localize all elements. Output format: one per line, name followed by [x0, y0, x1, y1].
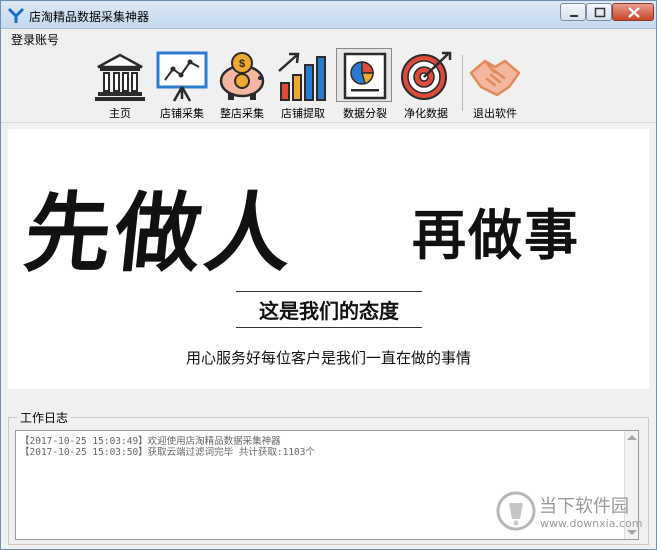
toolbar-whole-shop-button[interactable]: $ 整店采集 [211, 47, 273, 123]
watermark-url: www.downxia.com [540, 517, 643, 530]
toolbar-separator [462, 55, 463, 111]
title-bar[interactable]: 店淘精品数据采集神器 [1, 1, 656, 29]
toolbar-label-exit: 退出软件 [473, 107, 517, 120]
toolbar-label-purify: 净化数据 [404, 107, 448, 120]
minimize-button[interactable] [560, 3, 586, 21]
toolbar-label-data-split: 数据分裂 [343, 107, 387, 120]
maximize-button[interactable] [586, 3, 612, 21]
toolbar-shop-extract-button[interactable]: 店铺提取 [272, 47, 334, 123]
presentation-chart-icon [156, 51, 208, 102]
scroll-down-icon[interactable] [627, 530, 637, 535]
main-window: 店淘精品数据采集神器 登录账号 主页 店铺采集 $ 整店采集 店铺提取 数据分裂… [0, 0, 657, 550]
close-button[interactable] [612, 3, 654, 21]
watermark-name: 当下软件园 [539, 496, 629, 517]
scroll-up-icon[interactable] [627, 435, 637, 440]
menu-login[interactable]: 登录账号 [11, 31, 59, 48]
toolbar-shop-collect-button[interactable]: 店铺采集 [151, 47, 213, 123]
watermark-logo-icon [496, 491, 536, 531]
pie-report-icon [343, 52, 387, 100]
work-log-legend: 工作日志 [17, 409, 72, 426]
menu-bar: 登录账号 [1, 29, 656, 47]
handshake-icon [469, 59, 521, 97]
piggy-bank-icon: $ [219, 52, 265, 100]
slogan-main: 先做人 [19, 183, 301, 284]
close-icon [628, 7, 640, 18]
toolbar-home-button[interactable]: 主页 [89, 47, 151, 123]
attitude-text: 这是我们的态度 [259, 299, 399, 323]
maximize-icon [594, 7, 606, 18]
toolbar: 主页 店铺采集 $ 整店采集 店铺提取 数据分裂 净化数据 退出软件 [1, 47, 656, 123]
minimize-icon [570, 15, 578, 17]
toolbar-label-home: 主页 [109, 107, 131, 120]
banner-image: 先做人 再做事 这是我们的态度 用心服务好每位客户是我们一直在做的事情 [8, 129, 649, 389]
attitude-bottom-rule [236, 327, 422, 328]
target-icon [401, 51, 452, 100]
toolbar-exit-button[interactable]: 退出软件 [464, 47, 526, 123]
slogan-sub: 再做事 [412, 203, 580, 267]
bank-icon [95, 53, 145, 101]
attitude-top-rule [236, 291, 422, 292]
log-line: 【2017-10-25 15:03:50】获取云端过滤词完毕 共计获取:1103… [20, 447, 315, 458]
app-logo-icon [7, 7, 25, 23]
service-text: 用心服务好每位客户是我们一直在做的事情 [185, 349, 471, 367]
toolbar-label-shop-collect: 店铺采集 [160, 107, 204, 120]
toolbar-purify-button[interactable]: 净化数据 [395, 47, 457, 123]
toolbar-data-split-button[interactable]: 数据分裂 [334, 47, 396, 123]
toolbar-label-whole-shop: 整店采集 [220, 107, 264, 120]
toolbar-label-shop-extract: 店铺提取 [281, 107, 325, 120]
bar-growth-icon [278, 52, 326, 101]
window-title: 店淘精品数据采集神器 [29, 10, 150, 24]
svg-text:$: $ [239, 58, 245, 70]
